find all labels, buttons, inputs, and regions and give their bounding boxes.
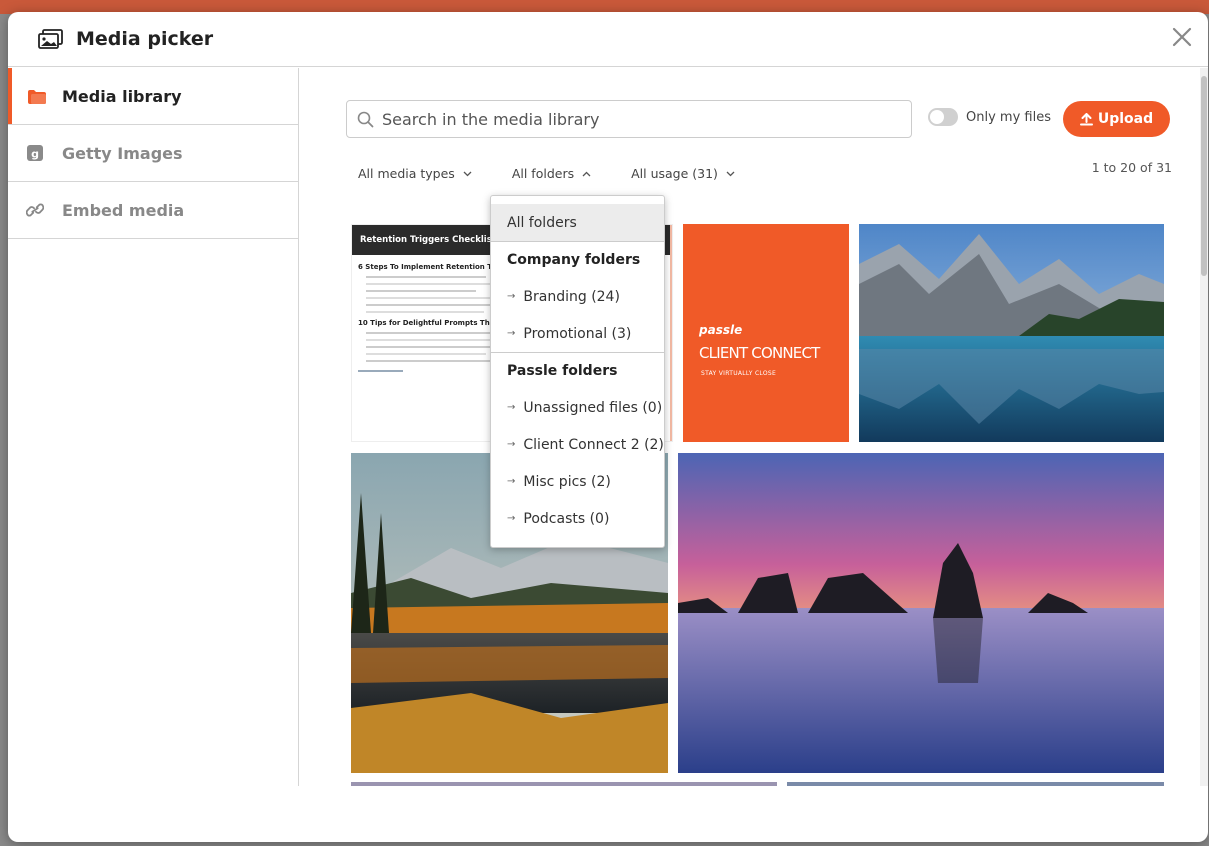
arrow-right-icon: → [507, 291, 516, 302]
folder-icon [28, 87, 46, 105]
dropdown-item-branding[interactable]: → Branding (24) [491, 278, 664, 315]
svg-text:g: g [31, 148, 39, 161]
cc-brand: passle [699, 323, 743, 337]
arrow-right-icon: → [507, 328, 516, 339]
chevron-down-icon [463, 171, 472, 176]
dropdown-heading-company: Company folders [491, 241, 664, 278]
chevron-up-icon [582, 171, 591, 176]
dropdown-item-misc-pics[interactable]: → Misc pics (2) [491, 463, 664, 500]
sidebar-item-label: Getty Images [62, 143, 183, 163]
cc-title: CLIENT CONNECT [699, 344, 820, 362]
only-my-files-toggle-wrap: Only my files [928, 108, 1051, 126]
pagination-count: 1 to 20 of 31 [1091, 160, 1172, 175]
arrow-right-icon: → [507, 476, 516, 487]
dropdown-item-label: Unassigned files (0) [523, 399, 663, 416]
folder-dropdown: All folders Company folders → Branding (… [490, 195, 665, 548]
sidebar-item-embed-media[interactable]: Embed media [8, 182, 298, 239]
close-icon[interactable] [1170, 25, 1194, 49]
folders-label: All folders [511, 166, 575, 181]
sidebar-item-getty-images[interactable]: g Getty Images [8, 125, 298, 182]
scrollbar[interactable] [1200, 68, 1208, 786]
upload-icon [1079, 112, 1093, 125]
arrow-right-icon: → [507, 439, 516, 450]
dropdown-item-client-connect-2[interactable]: → Client Connect 2 (2) [491, 426, 664, 463]
dropdown-item-promotional[interactable]: → Promotional (3) [491, 315, 664, 352]
link-icon [26, 201, 44, 219]
only-my-files-toggle[interactable] [928, 108, 958, 126]
upload-label: Upload [1097, 111, 1154, 127]
media-tile-client-connect[interactable]: passle CLIENT CONNECT STAY VIRTUALLY CLO… [683, 224, 849, 442]
media-content: Only my files Upload All media types All… [300, 68, 1200, 786]
sidebar-item-label: Media library [62, 86, 182, 106]
chevron-down-icon [726, 171, 735, 176]
upload-button[interactable]: Upload [1063, 101, 1170, 137]
search-icon [357, 111, 374, 127]
dropdown-heading-passle: Passle folders [491, 352, 664, 389]
dropdown-item-podcasts[interactable]: → Podcasts (0) [491, 500, 664, 537]
dropdown-item-unassigned[interactable]: → Unassigned files (0) [491, 389, 664, 426]
filter-bar: All media types All folders All usage (3… [358, 166, 735, 181]
modal-title: Media picker [76, 28, 214, 50]
search-box [346, 100, 912, 138]
media-tile-mountain-lake[interactable] [859, 224, 1164, 442]
usage-filter[interactable]: All usage (31) [631, 166, 735, 181]
dropdown-item-label: Client Connect 2 (2) [523, 436, 664, 453]
cc-tagline: STAY VIRTUALLY CLOSE [701, 370, 777, 377]
modal-header: Media picker [8, 12, 1208, 67]
only-my-files-label: Only my files [966, 109, 1051, 125]
folders-filter[interactable]: All folders [512, 166, 591, 181]
media-tile-sea-stacks[interactable] [678, 453, 1164, 773]
media-gallery-icon [38, 29, 63, 49]
media-types-filter[interactable]: All media types [358, 166, 472, 181]
media-tile-partial-1[interactable] [351, 782, 777, 786]
arrow-right-icon: → [507, 402, 516, 413]
media-types-label: All media types [358, 166, 455, 181]
dropdown-item-label: Branding (24) [523, 288, 620, 305]
search-input[interactable] [382, 109, 882, 129]
media-tile-partial-2[interactable] [787, 782, 1164, 786]
getty-icon: g [26, 144, 44, 162]
dropdown-item-label: Misc pics (2) [523, 473, 611, 490]
sidebar-item-media-library[interactable]: Media library [8, 68, 298, 125]
dropdown-item-label: Podcasts (0) [523, 510, 610, 527]
arrow-right-icon: → [507, 513, 516, 524]
dropdown-item-all-folders[interactable]: All folders [491, 204, 664, 241]
usage-label: All usage (31) [631, 166, 718, 181]
dropdown-item-label: Promotional (3) [523, 325, 632, 342]
sidebar-item-label: Embed media [62, 200, 185, 220]
sidebar: Media library g Getty Images Embed media [8, 68, 299, 786]
scrollbar-thumb[interactable] [1201, 76, 1207, 276]
